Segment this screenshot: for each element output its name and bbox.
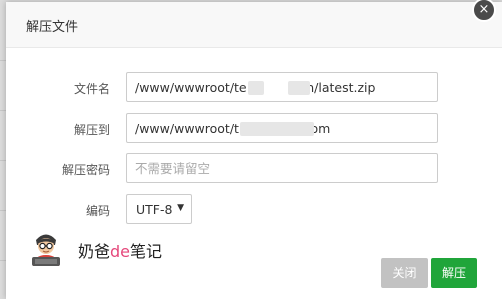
close-button[interactable]: 关闭 — [381, 258, 428, 288]
encoding-selected-value: UTF-8 — [136, 202, 173, 217]
watermark-text: 奶爸de笔记 — [78, 238, 162, 262]
redaction-blur — [240, 122, 314, 136]
extract-button[interactable]: 解压 — [431, 258, 477, 288]
watermark: 奶爸de笔记 — [28, 226, 198, 270]
file-name-label: 文件名 — [73, 82, 110, 96]
encoding-select[interactable]: UTF-8 ▼ — [126, 194, 192, 224]
watermark-accent: de — [110, 242, 131, 261]
watermark-prefix: 奶爸 — [78, 242, 111, 261]
extract-to-row: 解压到 — [6, 113, 502, 145]
encoding-label: 编码 — [85, 204, 110, 218]
password-label: 解压密码 — [61, 163, 110, 177]
encoding-row: 编码 UTF-8 ▼ — [6, 194, 502, 226]
avatar-icon — [32, 234, 60, 266]
watermark-suffix: 笔记 — [130, 242, 163, 261]
extract-to-label: 解压到 — [73, 123, 110, 137]
file-name-row: 文件名 — [6, 72, 502, 104]
dialog-title: 解压文件 — [26, 20, 79, 35]
password-input[interactable] — [126, 153, 438, 183]
file-name-input[interactable] — [126, 72, 438, 102]
redaction-blur — [248, 81, 264, 95]
dialog-header: 解压文件 — [6, 2, 502, 48]
password-row: 解压密码 — [6, 153, 502, 185]
redaction-blur — [288, 81, 310, 95]
chevron-down-icon: ▼ — [177, 203, 184, 213]
extract-dialog: 解压文件 文件名 解压到 解压密码 编码 UTF-8 ▼ — [6, 2, 502, 299]
